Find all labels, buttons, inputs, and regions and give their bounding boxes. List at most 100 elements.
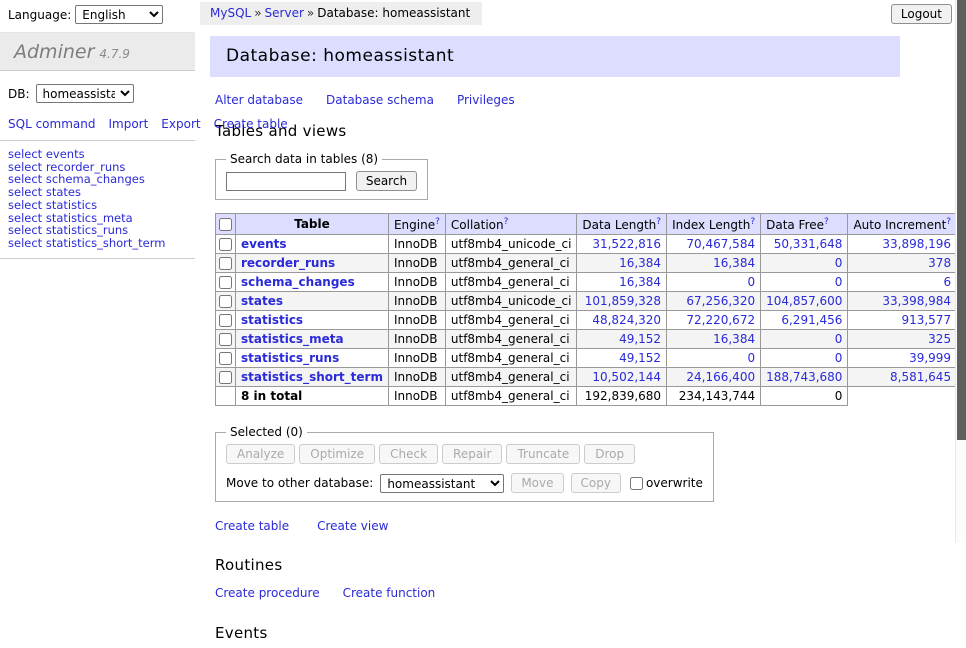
row-checkbox[interactable]: [219, 276, 232, 289]
index-length-cell-link[interactable]: 72,220,672: [672, 313, 755, 327]
help-link[interactable]: ?: [504, 217, 509, 227]
row-checkbox[interactable]: [219, 295, 232, 308]
auto-increment-cell-link[interactable]: 33,898,196: [853, 237, 951, 251]
data-length-cell-link[interactable]: 31,522,816: [582, 237, 661, 251]
auto-increment-cell-link[interactable]: 913,577: [853, 313, 951, 327]
table-name-cell-link[interactable]: statistics_runs: [241, 351, 339, 365]
data-free-cell-link[interactable]: 6,291,456: [766, 313, 842, 327]
create-procedure-link[interactable]: Create procedure: [215, 586, 320, 600]
data-length-cell-link[interactable]: 48,824,320: [582, 313, 661, 327]
data-length-cell-link[interactable]: 10,502,144: [582, 370, 661, 384]
table-name-cell-link[interactable]: schema_changes: [241, 275, 355, 289]
table-name-cell-link[interactable]: recorder_runs: [241, 256, 335, 270]
data-free-cell-link[interactable]: 0: [766, 332, 842, 346]
breadcrumb-link-server[interactable]: Server: [265, 6, 304, 20]
move-database-select[interactable]: homeassistant: [380, 474, 504, 493]
data-length-cell-link[interactable]: 101,859,328: [582, 294, 661, 308]
brand-name[interactable]: Adminer: [14, 41, 94, 63]
data-free-cell-link[interactable]: 0: [766, 275, 842, 289]
data-free-cell: 0: [761, 330, 848, 349]
scrollbar-thumb[interactable]: [957, 0, 966, 440]
analyze-button[interactable]: Analyze: [226, 444, 295, 464]
select-all-checkbox[interactable]: [219, 218, 232, 231]
data-free-cell-link[interactable]: 0: [766, 351, 842, 365]
auto-increment-cell-link[interactable]: 378: [853, 256, 951, 270]
language-select[interactable]: English: [75, 5, 163, 24]
index-length-cell-link[interactable]: 16,384: [672, 332, 755, 346]
sidebar-link-create-table[interactable]: Create table: [214, 117, 288, 131]
sidebar-link-import[interactable]: Import: [108, 117, 148, 131]
database-schema-link[interactable]: Database schema: [326, 93, 434, 107]
table-name-cell-link[interactable]: events: [241, 237, 287, 251]
create-table-link[interactable]: Create table: [215, 519, 289, 533]
sidebar-link-sql-command[interactable]: SQL command: [8, 117, 95, 131]
copy-button[interactable]: Copy: [571, 473, 621, 493]
index-length-cell-link[interactable]: 70,467,584: [672, 237, 755, 251]
table-name-cell-link[interactable]: states: [241, 294, 283, 308]
row-checkbox[interactable]: [219, 371, 232, 384]
logout-button[interactable]: Logout: [891, 4, 952, 24]
row-checkbox[interactable]: [219, 352, 232, 365]
table-row: statistics_runsInnoDButf8mb4_general_ci4…: [216, 349, 966, 368]
auto-increment-cell-link[interactable]: 33,398,984: [853, 294, 951, 308]
row-checkbox[interactable]: [219, 238, 232, 251]
repair-button[interactable]: Repair: [442, 444, 502, 464]
create-view-link[interactable]: Create view: [317, 519, 388, 533]
help-link[interactable]: ?: [824, 217, 829, 227]
data-free-cell-link[interactable]: 50,331,648: [766, 237, 842, 251]
move-button[interactable]: Move: [511, 473, 563, 493]
overwrite-checkbox[interactable]: [630, 477, 643, 490]
row-checkbox[interactable]: [219, 314, 232, 327]
data-free-cell-link[interactable]: 104,857,600: [766, 294, 842, 308]
engine-cell: InnoDB: [388, 273, 445, 292]
engine-cell: InnoDB: [388, 349, 445, 368]
auto-increment-cell-link[interactable]: 8,581,645: [853, 370, 951, 384]
drop-button[interactable]: Drop: [584, 444, 635, 464]
auto-increment-cell-link[interactable]: 325: [853, 332, 951, 346]
alter-database-link[interactable]: Alter database: [215, 93, 303, 107]
auto-increment-cell-link[interactable]: 39,999: [853, 351, 951, 365]
sidebar-select-table-link[interactable]: select states: [8, 186, 195, 199]
row-checkbox-cell: [216, 349, 236, 368]
selected-legend: Selected (0): [226, 425, 307, 439]
search-input[interactable]: [226, 172, 346, 191]
index-length-cell-link[interactable]: 67,256,320: [672, 294, 755, 308]
help-link[interactable]: ?: [435, 217, 440, 227]
column-header-engine: Engine?: [388, 214, 445, 235]
auto-increment-cell-link[interactable]: 6: [853, 275, 951, 289]
table-name-cell-link[interactable]: statistics_meta: [241, 332, 344, 346]
browser-scrollbar[interactable]: [955, 0, 966, 543]
help-link[interactable]: ?: [750, 217, 755, 227]
table-name-cell: statistics_meta: [236, 330, 389, 349]
data-length-cell-link[interactable]: 49,152: [582, 351, 661, 365]
check-button[interactable]: Check: [379, 444, 438, 464]
optimize-button[interactable]: Optimize: [299, 444, 375, 464]
data-length-cell-link[interactable]: 16,384: [582, 275, 661, 289]
index-length-cell-link[interactable]: 0: [672, 275, 755, 289]
sidebar-select-table-link[interactable]: select statistics_short_term: [8, 237, 195, 250]
search-button[interactable]: Search: [356, 171, 417, 191]
index-length-cell-link[interactable]: 16,384: [672, 256, 755, 270]
overwrite-option[interactable]: overwrite: [630, 476, 703, 490]
table-name-cell-link[interactable]: statistics_short_term: [241, 370, 383, 384]
truncate-button[interactable]: Truncate: [506, 444, 580, 464]
help-link[interactable]: ?: [946, 217, 951, 227]
data-free-cell-link[interactable]: 188,743,680: [766, 370, 842, 384]
index-length-cell-link[interactable]: 24,166,400: [672, 370, 755, 384]
data-free-cell-link[interactable]: 0: [766, 256, 842, 270]
help-link[interactable]: ?: [656, 217, 661, 227]
sidebar-select-table-link[interactable]: select events: [8, 148, 195, 161]
row-checkbox[interactable]: [219, 333, 232, 346]
table-name-cell-link[interactable]: statistics: [241, 313, 303, 327]
row-checkbox[interactable]: [219, 257, 232, 270]
data-length-cell-link[interactable]: 16,384: [582, 256, 661, 270]
data-free-cell: 6,291,456: [761, 311, 848, 330]
breadcrumb-link-mysql[interactable]: MySQL: [210, 6, 251, 20]
index-length-cell-link[interactable]: 0: [672, 351, 755, 365]
db-select[interactable]: homeassistant: [36, 84, 134, 103]
sidebar-link-export[interactable]: Export: [161, 117, 200, 131]
create-function-link[interactable]: Create function: [343, 586, 436, 600]
sidebar-select-table-link[interactable]: select statistics: [8, 199, 195, 212]
data-length-cell-link[interactable]: 49,152: [582, 332, 661, 346]
privileges-link[interactable]: Privileges: [457, 93, 515, 107]
